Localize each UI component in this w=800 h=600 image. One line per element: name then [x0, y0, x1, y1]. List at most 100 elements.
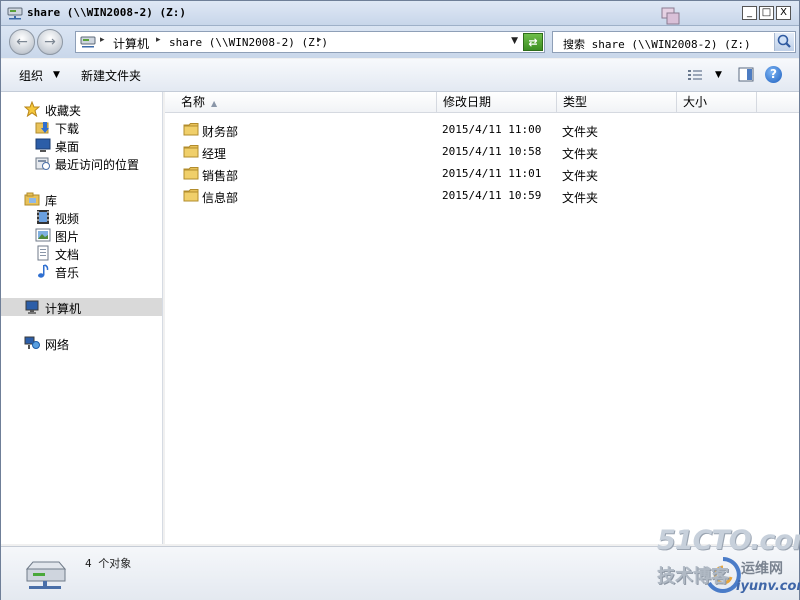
network-drive-icon: [25, 561, 67, 589]
address-row: ← → ▸ 计算机 ▸ share (\\WIN2008-2) (Z:) ▸ ▼…: [1, 26, 799, 58]
file-list: 名称 ▲ 修改日期 类型 大小 财务部 2015/4/11 11:00 文件夹: [165, 92, 799, 544]
download-folder-icon: [35, 122, 49, 134]
refresh-icon: ⇄: [528, 35, 538, 49]
search-icon: [777, 34, 791, 48]
refresh-button[interactable]: ⇄: [523, 33, 543, 51]
search-box[interactable]: 搜索 share (\\WIN2008-2) (Z:): [552, 31, 796, 53]
chevron-right-icon[interactable]: ▸: [100, 35, 105, 45]
title-bar[interactable]: share (\\WIN2008-2) (Z:) _ □ X: [1, 1, 799, 26]
nav-item-pictures[interactable]: 图片: [1, 226, 162, 244]
search-input[interactable]: 搜索 share (\\WIN2008-2) (Z:): [563, 36, 751, 52]
chevron-right-icon[interactable]: ▸: [156, 35, 161, 45]
file-modified: 2015/4/11 10:58: [442, 145, 542, 158]
computer-icon: [25, 300, 39, 314]
nav-label: 最近访问的位置: [55, 158, 140, 172]
help-button[interactable]: ?: [765, 66, 782, 83]
network-icon: [24, 336, 40, 349]
folder-icon: [183, 123, 199, 136]
nav-label: 收藏夹: [45, 104, 82, 118]
nav-label: 桌面: [55, 140, 80, 154]
column-header-type[interactable]: 类型: [557, 92, 677, 112]
nav-label: 文档: [55, 248, 80, 262]
breadcrumb-share[interactable]: share (\\WIN2008-2) (Z:): [169, 36, 328, 49]
watermark-text: 技术博客: [657, 566, 729, 587]
nav-item-computer[interactable]: 计算机: [1, 298, 162, 316]
nav-label: 音乐: [55, 266, 80, 280]
network-drive-icon: [7, 7, 23, 20]
documents-icon: [37, 245, 49, 261]
close-button[interactable]: X: [776, 6, 791, 20]
file-name: 财务部: [202, 125, 239, 139]
nav-item-downloads[interactable]: 下载: [1, 118, 162, 136]
file-type: 文件夹: [562, 147, 599, 161]
back-button[interactable]: ←: [9, 29, 35, 55]
column-header-size[interactable]: 大小: [677, 92, 757, 112]
chevron-down-icon[interactable]: ▼: [53, 70, 60, 80]
column-header-name[interactable]: 名称 ▲: [165, 92, 437, 112]
nav-label: 库: [45, 194, 58, 208]
file-type: 文件夹: [562, 125, 599, 139]
minimize-button[interactable]: _: [742, 6, 757, 20]
column-label: 类型: [563, 95, 588, 109]
new-folder-button[interactable]: 新建文件夹: [81, 67, 141, 84]
organize-button[interactable]: 组织: [19, 67, 43, 84]
column-label: 大小: [683, 95, 708, 109]
maximize-button[interactable]: □: [759, 6, 774, 20]
nav-item-music[interactable]: 音乐: [1, 262, 162, 280]
nav-item-favorites[interactable]: 收藏夹: [1, 100, 162, 118]
file-name: 销售部: [202, 169, 239, 183]
search-button[interactable]: [774, 33, 794, 51]
address-bar[interactable]: ▸ 计算机 ▸ share (\\WIN2008-2) (Z:) ▸ ▼ ⇄: [75, 31, 545, 53]
music-icon: [38, 264, 49, 278]
file-name: 信息部: [202, 191, 239, 205]
table-row[interactable]: 信息部 2015/4/11 10:59 文件夹: [165, 185, 799, 207]
chevron-right-icon[interactable]: ▸: [317, 35, 322, 45]
nav-item-libraries[interactable]: 库: [1, 190, 162, 208]
file-modified: 2015/4/11 11:00: [442, 123, 542, 136]
sort-ascending-icon: ▲: [211, 99, 218, 108]
library-icon: [24, 192, 40, 206]
column-label: 名称: [181, 95, 206, 109]
nav-label: 网络: [45, 338, 70, 352]
file-type: 文件夹: [562, 169, 599, 183]
file-modified: 2015/4/11 11:01: [442, 167, 542, 180]
nav-item-desktop[interactable]: 桌面: [1, 136, 162, 154]
video-icon: [37, 210, 49, 224]
nav-label: 计算机: [45, 302, 82, 316]
preview-pane-icon[interactable]: [738, 67, 754, 82]
window-switch-icon: [661, 7, 680, 25]
file-type: 文件夹: [562, 191, 599, 205]
nav-item-documents[interactable]: 文档: [1, 244, 162, 262]
navigation-pane: 收藏夹 下载 桌面 最近访问的位置 库 视频 图片 文档 音乐 计算机 网络: [1, 92, 163, 544]
watermark-text: 51CTO.com: [657, 525, 800, 556]
arrow-right-icon: →: [44, 34, 56, 50]
view-details-icon[interactable]: [687, 68, 703, 82]
nav-item-videos[interactable]: 视频: [1, 208, 162, 226]
table-row[interactable]: 经理 2015/4/11 10:58 文件夹: [165, 141, 799, 163]
file-name: 经理: [202, 147, 227, 161]
forward-button[interactable]: →: [37, 29, 63, 55]
folder-icon: [183, 189, 199, 202]
table-row[interactable]: 财务部 2015/4/11 11:00 文件夹: [165, 119, 799, 141]
nav-item-recent-places[interactable]: 最近访问的位置: [1, 154, 162, 172]
window-title: share (\\WIN2008-2) (Z:): [27, 6, 186, 19]
command-bar: 组织 ▼ 新建文件夹 ▼ ?: [1, 59, 799, 92]
column-header-modified[interactable]: 修改日期: [437, 92, 557, 112]
column-label: 修改日期: [443, 95, 492, 109]
watermark-text: 运维网: [741, 561, 783, 577]
arrow-left-icon: ←: [16, 34, 28, 50]
nav-label: 下载: [55, 122, 80, 136]
breadcrumb-computer[interactable]: 计算机: [113, 35, 149, 52]
nav-label: 视频: [55, 212, 80, 226]
nav-label: 图片: [55, 230, 80, 244]
nav-item-network[interactable]: 网络: [1, 334, 162, 352]
chevron-down-icon[interactable]: ▼: [715, 70, 722, 80]
item-count: 4 个对象: [85, 557, 132, 570]
network-drive-icon: [80, 36, 96, 48]
explorer-window: share (\\WIN2008-2) (Z:) _ □ X ← → ▸ 计算机…: [0, 0, 800, 600]
folder-icon: [183, 167, 199, 180]
star-icon: [24, 101, 40, 117]
chevron-down-icon[interactable]: ▼: [511, 36, 518, 46]
table-row[interactable]: 销售部 2015/4/11 11:01 文件夹: [165, 163, 799, 185]
watermark-text: iyunv.com: [736, 579, 800, 594]
